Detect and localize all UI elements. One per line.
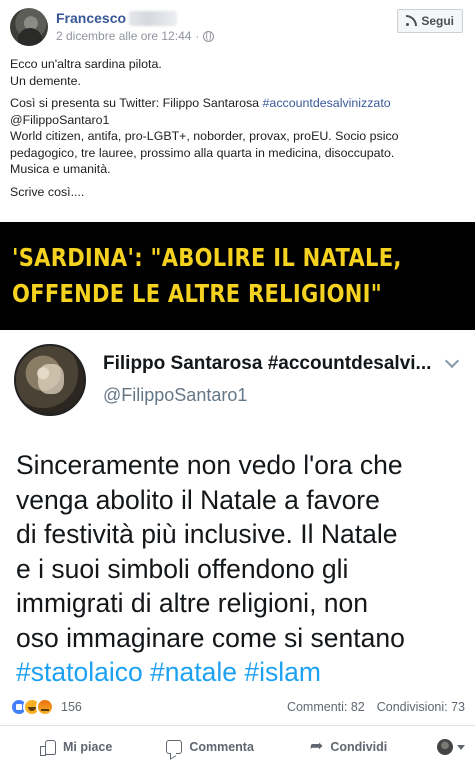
headline-line: 'SARDINA': "ABOLIRE IL NATALE, bbox=[12, 243, 402, 272]
headline-banner: 'SARDINA': "ABOLIRE IL NATALE, OFFENDE L… bbox=[0, 222, 475, 330]
tweet-line: oso immaginare come si sentano bbox=[16, 622, 405, 653]
tweet-line: immigrati di altre religioni, non bbox=[16, 588, 369, 618]
like-button[interactable]: Mi piace bbox=[40, 739, 113, 756]
meta-separator: · bbox=[195, 29, 200, 43]
post-text: Ecco un'altra sardina pilota. Un demente… bbox=[10, 56, 468, 206]
post-line: @FilippoSantaro1 bbox=[10, 112, 110, 127]
tweet-line: Sinceramente non vedo l'ora che bbox=[16, 450, 403, 480]
comment-button[interactable]: Commenta bbox=[166, 740, 254, 754]
post-line: Così si presenta su Twitter: Filippo San… bbox=[10, 95, 468, 112]
post-line: Scrive così.... bbox=[10, 184, 85, 199]
post-timestamp[interactable]: 2 dicembre alle ore 12:44 bbox=[56, 29, 191, 43]
tweet-line: e i suoi simboli offendono gli bbox=[16, 553, 349, 584]
comment-icon bbox=[166, 740, 183, 754]
author-surname-blurred bbox=[129, 10, 178, 26]
hashtag-link[interactable]: #accountdesalvinizzato bbox=[263, 96, 391, 110]
post-line: Un demente. bbox=[10, 73, 81, 88]
tweet-author-name: Filippo Santarosa #accountdesalvi... bbox=[103, 353, 432, 374]
post-header: Francesco 2 dicembre alle ore 12:44 · Se… bbox=[0, 0, 475, 52]
post-line: Musica e umanità. bbox=[10, 162, 111, 176]
post-meta: 2 dicembre alle ore 12:44 · bbox=[56, 29, 215, 43]
headline-line: OFFENDE LE ALTRE RELIGIONI" bbox=[12, 279, 383, 308]
tweet-line: venga abolito il Natale a favore bbox=[16, 484, 380, 515]
post-image[interactable]: 'SARDINA': "ABOLIRE IL NATALE, OFFENDE L… bbox=[0, 222, 475, 688]
like-label: Mi piace bbox=[63, 740, 113, 754]
rss-icon bbox=[406, 15, 418, 26]
shares-count[interactable]: Condivisioni: 73 bbox=[377, 700, 465, 714]
tweet-handle: @FilippoSantaro1 bbox=[103, 385, 248, 405]
comments-count[interactable]: Commenti: 82 bbox=[287, 700, 365, 714]
author-name[interactable]: Francesco bbox=[56, 10, 126, 26]
author-line: Francesco bbox=[56, 9, 178, 27]
tweet-avatar bbox=[14, 344, 86, 416]
follow-label: Segui bbox=[421, 14, 454, 28]
thumbs-up-icon bbox=[40, 739, 56, 756]
viewer-avatar bbox=[437, 739, 453, 755]
chevron-down-icon bbox=[444, 353, 460, 369]
share-arrow-icon: ➦ bbox=[309, 738, 324, 755]
globe-icon[interactable] bbox=[203, 30, 215, 42]
caret-down-icon bbox=[457, 744, 465, 750]
reaction-count[interactable]: 156 bbox=[61, 700, 82, 714]
share-label: Condividi bbox=[330, 740, 388, 754]
tweet-screenshot: Filippo Santarosa #accountdesalvi... @Fi… bbox=[0, 330, 475, 688]
engagement-counts: Commenti: 82 Condivisioni: 73 bbox=[287, 700, 465, 714]
share-button[interactable]: ➦ Condividi bbox=[310, 739, 387, 755]
post-line: Ecco un'altra sardina pilota. bbox=[10, 57, 162, 71]
post-line-text: Così si presenta su Twitter: Filippo San… bbox=[10, 96, 263, 110]
follow-button[interactable]: Segui bbox=[397, 9, 463, 33]
viewer-identity-selector[interactable] bbox=[437, 739, 465, 755]
post-line: World citizen, antifa, pro-LGBT+, nobord… bbox=[10, 129, 399, 143]
angry-icon bbox=[36, 697, 54, 716]
reactions-bar: 156 Commenti: 82 Condivisioni: 73 bbox=[0, 688, 475, 726]
comment-label: Commenta bbox=[189, 740, 254, 754]
post-line: pedagogico, tre lauree, prossimo alla qu… bbox=[10, 145, 395, 160]
author-avatar[interactable] bbox=[10, 8, 48, 46]
action-bar: Mi piace Commenta ➦ Condividi bbox=[0, 726, 475, 768]
reaction-icons[interactable] bbox=[10, 697, 54, 716]
tweet-body: Sinceramente non vedo l'ora che venga ab… bbox=[16, 448, 471, 688]
tweet-line: di festività più inclusive. Il Natale bbox=[16, 519, 398, 549]
tweet-hashtags: #statolaico #natale #islam bbox=[16, 657, 321, 687]
